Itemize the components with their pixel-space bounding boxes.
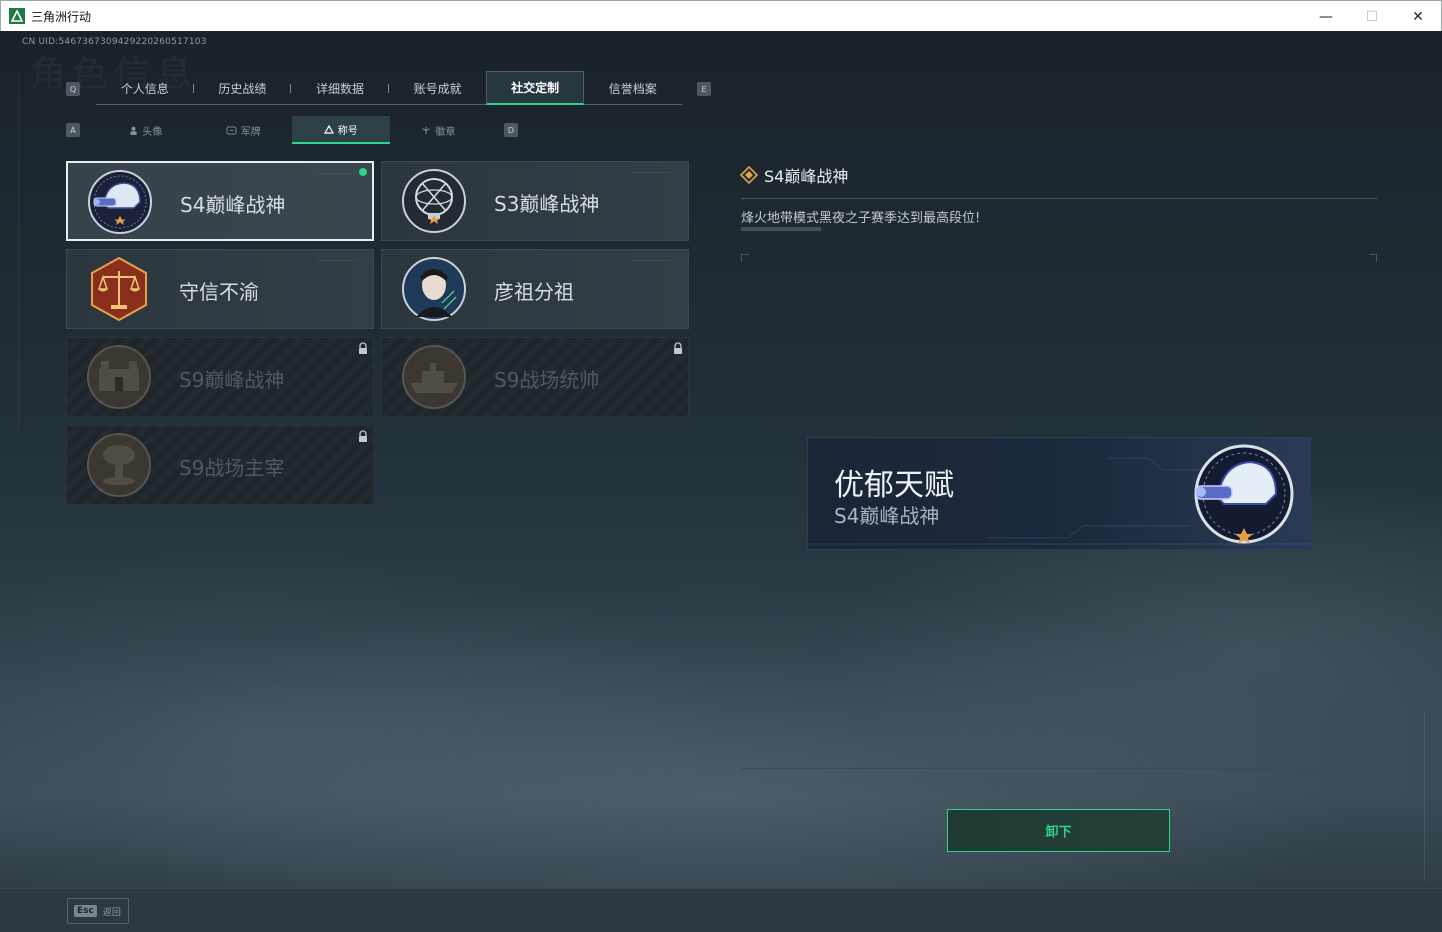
title-category-icon xyxy=(740,166,758,184)
tab-label: 账号成就 xyxy=(413,81,462,96)
mushroom-cloud-emblem-icon xyxy=(87,433,151,497)
title-card-label: 彦祖分祖 xyxy=(494,280,574,304)
key-hint-d: D xyxy=(504,123,518,137)
title-card-s9-battlefield-marshal[interactable]: S9战场统帅 xyxy=(381,337,689,417)
tab-match-history[interactable]: 历史战绩 xyxy=(194,71,292,105)
subtab-label: 军牌 xyxy=(240,126,261,138)
title-card-label: S3巅峰战神 xyxy=(494,192,600,216)
title-card-label: S9战场主宰 xyxy=(179,456,285,480)
equipped-indicator xyxy=(359,168,367,176)
subtab-dogtag[interactable]: 军牌 xyxy=(195,116,293,144)
banner-title: S4巅峰战神 xyxy=(834,504,940,528)
tab-detailed-data[interactable]: 详细数据 xyxy=(291,71,389,105)
subtab-badge[interactable]: 徽章 xyxy=(390,116,488,144)
tab-achievements[interactable]: 账号成就 xyxy=(389,71,487,105)
panel-corner xyxy=(741,254,749,262)
tab-label: 信誉档案 xyxy=(608,81,657,96)
banner-player-name: 优郁天赋 xyxy=(834,468,954,503)
title-banner-preview: 优郁天赋 S4巅峰战神 xyxy=(807,437,1311,550)
app-logo-icon xyxy=(9,8,25,24)
tab-label: 社交定制 xyxy=(511,81,560,95)
title-card-label: S4巅峰战神 xyxy=(180,193,286,217)
scales-emblem-icon xyxy=(91,256,147,322)
title-card-label: S9战场统帅 xyxy=(494,368,600,392)
subtab-label: 称号 xyxy=(337,125,358,137)
portrait-emblem-icon xyxy=(402,257,466,321)
globe-emblem-icon xyxy=(402,169,466,233)
sub-tab-bar: 头像 军牌 称号 徽章 xyxy=(97,116,487,144)
footer-bar xyxy=(0,888,1442,932)
triangle-icon xyxy=(323,124,334,134)
detail-description: 烽火地带模式黑夜之子赛季达到最高段位! xyxy=(741,211,981,226)
fortress-emblem-icon xyxy=(87,345,151,409)
key-hint-a: A xyxy=(66,123,80,137)
tab-label: 历史战绩 xyxy=(218,81,267,96)
subtab-avatar[interactable]: 头像 xyxy=(97,116,195,144)
title-card-yanzu[interactable]: 彦祖分祖 xyxy=(381,249,689,329)
dogtag-icon xyxy=(226,125,237,135)
key-hint-e: E xyxy=(697,82,711,96)
title-card-s9-battlefield-ruler[interactable]: S9战场主宰 xyxy=(66,425,374,505)
back-label: 返回 xyxy=(102,907,121,918)
person-icon xyxy=(130,126,137,135)
tab-social-custom[interactable]: 社交定制 xyxy=(486,71,584,105)
helmet-nvg-emblem-icon xyxy=(88,170,152,234)
tab-label: 详细数据 xyxy=(315,81,364,96)
title-card-s9-peak-warrior[interactable]: S9巅峰战神 xyxy=(66,337,374,417)
hud-decor-right xyxy=(1405,711,1425,881)
title-card-trustworthy[interactable]: 守信不渝 xyxy=(66,249,374,329)
minimize-button[interactable]: — xyxy=(1303,1,1349,32)
subtab-label: 徽章 xyxy=(435,126,456,138)
window-titlebar: 三角洲行动 — ☐ ✕ xyxy=(0,0,1442,31)
helmet-nvg-emblem-icon xyxy=(1194,444,1294,544)
tab-personal-info[interactable]: 个人信息 xyxy=(96,71,194,105)
player-uid: CN UID:5467367309429220260517103 xyxy=(22,37,207,47)
title-card-label: 守信不渝 xyxy=(179,280,259,304)
main-tab-bar: 个人信息 历史战绩 详细数据 账号成就 社交定制 信誉档案 xyxy=(96,71,682,105)
hud-decor-left xyxy=(18,71,58,431)
lock-icon xyxy=(674,342,682,354)
title-card-s3-peak-warrior[interactable]: S3巅峰战神 xyxy=(381,161,689,241)
lock-icon xyxy=(359,342,367,354)
badge-icon xyxy=(422,126,431,134)
unequip-button[interactable]: 卸下 xyxy=(947,809,1170,852)
subtab-label: 头像 xyxy=(142,126,163,138)
game-viewport: 角色信息 CN UID:5467367309429220260517103 Q … xyxy=(0,31,1442,932)
subtab-title[interactable]: 称号 xyxy=(292,116,390,144)
detail-divider xyxy=(741,198,1377,199)
warship-emblem-icon xyxy=(402,345,466,409)
key-hint-q: Q xyxy=(66,82,80,96)
tab-label: 个人信息 xyxy=(120,81,169,96)
detail-sub-text-blur xyxy=(741,227,821,231)
back-button[interactable]: Esc 返回 xyxy=(67,898,129,924)
panel-corner xyxy=(1369,254,1377,262)
title-card-label: S9巅峰战神 xyxy=(179,368,285,392)
detail-title: S4巅峰战神 xyxy=(764,167,849,186)
window-title: 三角洲行动 xyxy=(31,9,92,24)
tab-credit-record[interactable]: 信誉档案 xyxy=(584,71,682,105)
lock-icon xyxy=(359,430,367,442)
detail-bottom-divider xyxy=(741,768,1377,769)
close-button[interactable]: ✕ xyxy=(1395,1,1441,32)
title-card-s4-peak-warrior[interactable]: S4巅峰战神 xyxy=(66,161,374,241)
maximize-button[interactable]: ☐ xyxy=(1349,1,1395,32)
detail-header: S4巅峰战神 xyxy=(740,163,848,187)
esc-key-hint: Esc xyxy=(74,905,97,917)
